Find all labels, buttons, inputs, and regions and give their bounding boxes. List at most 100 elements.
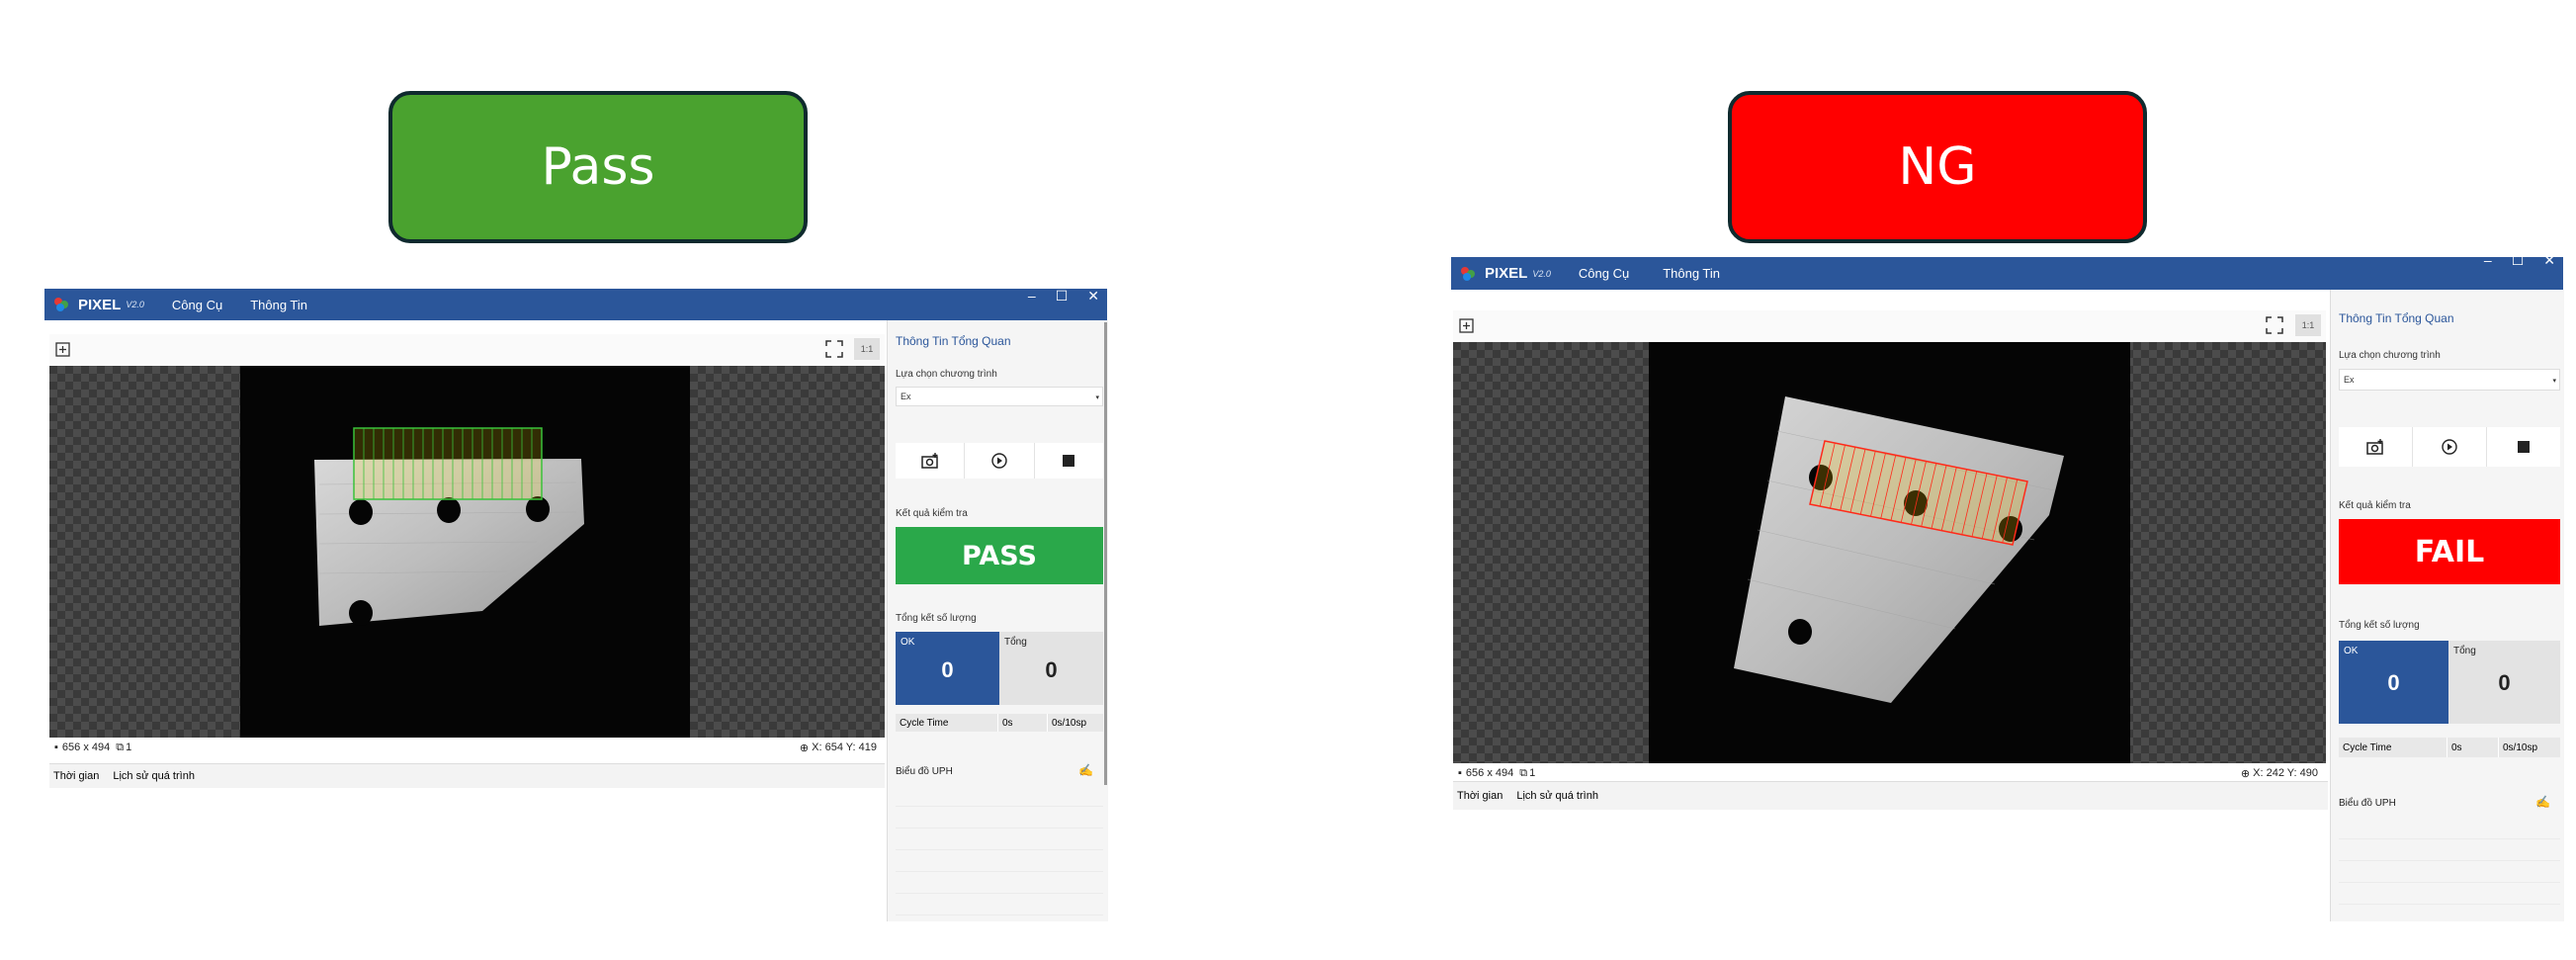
result-text: FAIL: [2414, 534, 2485, 569]
image-canvas[interactable]: [49, 366, 885, 738]
ok-count-tile: OK 0: [2339, 641, 2448, 724]
cycle-time-label: Cycle Time: [2339, 738, 2447, 757]
layers-icon: ⧉: [1519, 766, 1528, 779]
image-viewer: 1:1: [49, 334, 885, 754]
app-window-ng: PIXEL V2.0 Công Cụ Thông Tin – ☐ ✕ 1:1 ▪…: [1451, 253, 2564, 922]
capture-icon: [2366, 439, 2383, 455]
stop-icon: [2518, 441, 2530, 453]
total-label: Tổng: [2453, 646, 2476, 656]
result-text: PASS: [962, 540, 1037, 571]
cycle-time-label: Cycle Time: [896, 714, 998, 732]
stop-icon: [1063, 455, 1075, 467]
total-count-tile: Tổng 0: [2448, 641, 2560, 724]
play-cycle-icon: [2442, 439, 2457, 455]
cursor-coords: X: 242 Y: 490: [2253, 767, 2318, 779]
title-bar: PIXEL V2.0 Công Cụ Thông Tin – ☐ ✕: [44, 289, 1107, 320]
count-summary: OK 0 Tổng 0: [2339, 641, 2560, 724]
log-panel: Thời gian Lịch sử quá trình: [49, 763, 885, 922]
maximize-button[interactable]: ☐: [2512, 253, 2525, 267]
program-select-value: Ex: [2344, 375, 2355, 385]
cycle-time-row: Cycle Time 0s 0s/10sp: [896, 714, 1103, 732]
uph-label: Biểu đồ UPH: [2339, 798, 2396, 809]
pass-badge-label: Pass: [541, 137, 655, 197]
menu-info[interactable]: Thông Tin: [1663, 266, 1720, 281]
ok-label: OK: [2344, 646, 2359, 656]
chevron-down-icon: ▾: [2552, 378, 2556, 385]
panel-title: Thông Tin Tổng Quan: [896, 334, 1011, 348]
app-brand: PIXEL: [78, 296, 122, 313]
cycle-time-row: Cycle Time 0s 0s/10sp: [2339, 738, 2560, 757]
ng-badge: NG: [1728, 91, 2147, 243]
one-to-one-button[interactable]: 1:1: [2295, 314, 2321, 336]
control-buttons: [2339, 427, 2560, 467]
log-col-history[interactable]: Lịch sử quá trình: [113, 770, 195, 782]
result-label: Kết quả kiểm tra: [896, 508, 968, 519]
title-bar: PIXEL V2.0 Công Cụ Thông Tin – ☐ ✕: [1451, 253, 2563, 290]
crosshair-icon: ⊕: [2240, 767, 2251, 780]
app-logo-icon: [54, 298, 68, 311]
total-count: 0: [1045, 657, 1058, 682]
image-size-icon: ▪: [54, 742, 58, 753]
minimize-button[interactable]: –: [1028, 289, 1036, 303]
log-col-time[interactable]: Thời gian: [1457, 790, 1503, 802]
layer-count: 1: [126, 742, 132, 753]
stop-button[interactable]: [2487, 427, 2560, 467]
chart-icon[interactable]: ✍: [1078, 763, 1093, 777]
total-count-tile: Tổng 0: [999, 632, 1103, 705]
image-canvas[interactable]: [1453, 342, 2326, 763]
app-version: V2.0: [126, 300, 144, 309]
capture-button[interactable]: [896, 443, 966, 479]
menu-info[interactable]: Thông Tin: [250, 298, 307, 312]
image-size-icon: ▪: [1458, 767, 1462, 779]
control-buttons: [896, 443, 1103, 479]
layers-icon: ⧉: [116, 741, 125, 753]
ng-badge-label: NG: [1898, 137, 1977, 197]
fullscreen-icon[interactable]: [825, 340, 843, 358]
uph-chart-area: [2339, 818, 2560, 920]
stop-button[interactable]: [1035, 443, 1103, 479]
run-cycle-button[interactable]: [965, 443, 1035, 479]
chart-icon[interactable]: ✍: [2535, 795, 2550, 809]
menu-tools[interactable]: Công Cụ: [172, 298, 222, 312]
run-cycle-button[interactable]: [2413, 427, 2487, 467]
close-button[interactable]: ✕: [2543, 253, 2555, 267]
add-image-icon[interactable]: [55, 342, 70, 357]
program-label: Lựa chọn chương trình: [2339, 350, 2441, 361]
result-banner: FAIL: [2339, 519, 2560, 584]
uph-label: Biểu đồ UPH: [896, 766, 953, 777]
cycle-rate-value: 0s/10sp: [1052, 717, 1087, 729]
app-window-pass: PIXEL V2.0 Công Cụ Thông Tin – ☐ ✕ 1:1 ▪…: [44, 289, 1108, 922]
capture-button[interactable]: [2339, 427, 2413, 467]
crosshair-icon: ⊕: [799, 742, 810, 754]
program-select-value: Ex: [901, 392, 911, 401]
log-col-time[interactable]: Thời gian: [53, 770, 99, 782]
result-banner: PASS: [896, 527, 1103, 584]
inspection-image: [1649, 342, 2130, 763]
count-summary: OK 0 Tổng 0: [896, 632, 1103, 705]
minimize-button[interactable]: –: [2484, 253, 2492, 267]
menu-tools[interactable]: Công Cụ: [1579, 266, 1629, 281]
program-select[interactable]: Ex ▾: [2339, 369, 2560, 391]
log-panel: Thời gian Lịch sử quá trình: [1453, 781, 2328, 922]
close-button[interactable]: ✕: [1087, 289, 1099, 303]
add-image-icon[interactable]: [1459, 318, 1474, 333]
layer-count: 1: [1529, 767, 1536, 779]
program-select[interactable]: Ex ▾: [896, 387, 1103, 406]
capture-icon: [920, 453, 938, 469]
ok-label: OK: [901, 637, 915, 648]
cursor-coords: X: 654 Y: 419: [812, 742, 877, 753]
total-label: Tổng: [1004, 637, 1027, 648]
one-to-one-button[interactable]: 1:1: [854, 338, 880, 360]
uph-chart-area: [896, 785, 1103, 919]
maximize-button[interactable]: ☐: [1056, 289, 1069, 303]
play-cycle-icon: [991, 453, 1007, 469]
log-col-history[interactable]: Lịch sử quá trình: [1516, 790, 1598, 802]
viewer-status-bar: ▪ 656 x 494 ⧉ 1 ⊕ X: 654 Y: 419: [49, 740, 885, 755]
panel-scrollbar[interactable]: [1104, 322, 1107, 785]
fullscreen-icon[interactable]: [2266, 316, 2283, 334]
inspection-image: [240, 366, 690, 738]
result-label: Kết quả kiểm tra: [2339, 500, 2411, 511]
program-label: Lựa chọn chương trình: [896, 369, 997, 380]
pass-badge: Pass: [388, 91, 808, 243]
chevron-down-icon: ▾: [1095, 394, 1099, 401]
